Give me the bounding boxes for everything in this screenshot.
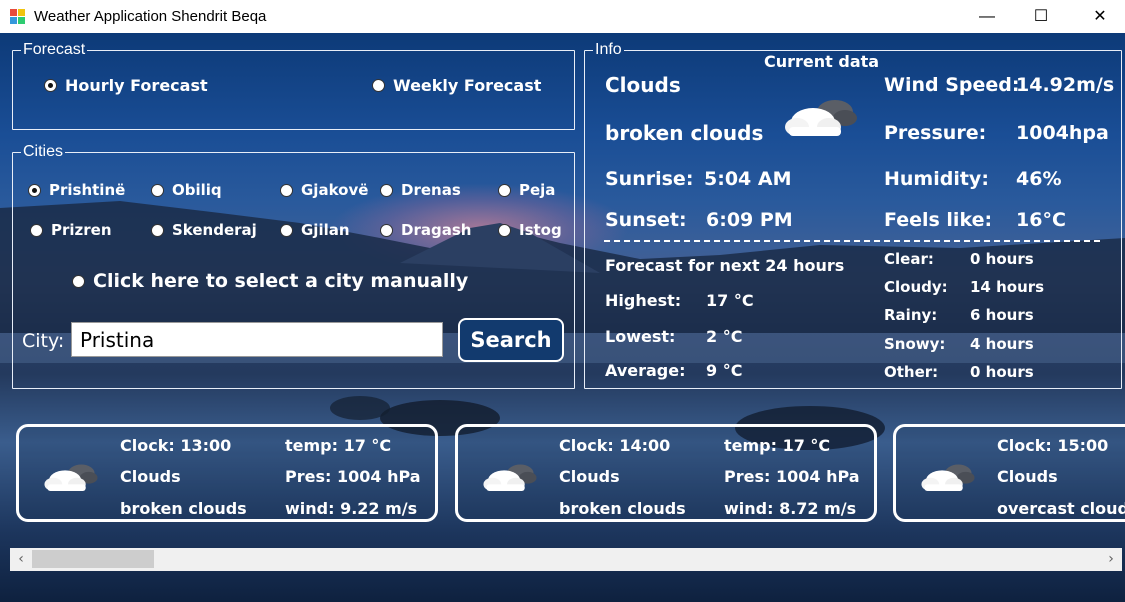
hourly-forecast-radio[interactable]: Hourly Forecast [44, 76, 208, 95]
cloudy-value: 14 hours [970, 278, 1045, 296]
average-label: Average: [605, 361, 686, 380]
card-condition: Clouds [997, 467, 1058, 486]
cloudy-icon [921, 464, 975, 491]
city-radio-skenderaj[interactable]: Skenderaj [151, 221, 257, 239]
current-condition: Clouds [605, 73, 681, 97]
sunset-value: 6:09 PM [706, 209, 793, 231]
card-clock: Clock: 14:00 [559, 436, 671, 455]
sunset-label: Sunset: [605, 209, 687, 231]
manual-city-radio[interactable]: Click here to select a city manually [72, 270, 468, 292]
feels-like-value: 16°C [1016, 209, 1066, 231]
hourly-card: Clock: 14:00 Clouds broken clouds temp: … [455, 424, 877, 522]
search-button[interactable]: Search [458, 318, 564, 362]
pressure-value: 1004hpa [1016, 122, 1109, 144]
horizontal-scrollbar[interactable]: ‹ › [10, 548, 1122, 571]
humidity-value: 46% [1016, 168, 1062, 190]
average-value: 9 °C [706, 361, 743, 380]
lowest-label: Lowest: [605, 327, 676, 346]
hourly-card: Clock: 15:00 Clouds overcast cloud [893, 424, 1125, 522]
city-radio-drenas[interactable]: Drenas [380, 181, 461, 199]
weekly-forecast-radio[interactable]: Weekly Forecast [372, 76, 541, 95]
sunrise-value: 5:04 AM [704, 168, 792, 190]
card-condition: Clouds [120, 467, 181, 486]
weekly-forecast-label: Weekly Forecast [393, 76, 542, 95]
card-description: overcast cloud [997, 499, 1125, 518]
current-description: broken clouds [605, 121, 764, 145]
snowy-label: Snowy: [884, 335, 946, 353]
dashed-divider [604, 240, 1100, 242]
close-button[interactable]: ✕ [1077, 0, 1123, 33]
other-value: 0 hours [970, 363, 1034, 381]
rainy-label: Rainy: [884, 306, 938, 324]
cloudy-icon [785, 100, 857, 136]
card-condition: Clouds [559, 467, 620, 486]
wind-speed-value: 14.92m/s [1016, 74, 1115, 96]
scroll-thumb[interactable] [32, 550, 154, 568]
card-clock: Clock: 15:00 [997, 436, 1109, 455]
card-description: broken clouds [559, 499, 686, 518]
city-radio-prishtine[interactable]: Prishtinë [28, 181, 125, 199]
sunrise-label: Sunrise: [605, 168, 694, 190]
cloudy-icon [483, 464, 537, 491]
highest-label: Highest: [605, 291, 682, 310]
card-temp: temp: 17 °C [285, 436, 392, 455]
snowy-value: 4 hours [970, 335, 1034, 353]
city-radio-peja[interactable]: Peja [498, 181, 555, 199]
feels-like-label: Feels like: [884, 209, 993, 231]
city-radio-dragash[interactable]: Dragash [380, 221, 471, 239]
maximize-button[interactable]: ☐ [1018, 0, 1064, 33]
card-temp: temp: 17 °C [724, 436, 831, 455]
card-pressure: Pres: 1004 hPa [285, 467, 421, 486]
window-title: Weather Application Shendrit Beqa [34, 8, 267, 25]
cloudy-label: Cloudy: [884, 278, 948, 296]
info-legend: Info [595, 41, 622, 58]
card-description: broken clouds [120, 499, 247, 518]
cities-legend: Cities [23, 143, 64, 160]
card-wind: wind: 8.72 m/s [724, 499, 857, 518]
scroll-left-icon[interactable]: ‹ [12, 550, 30, 568]
lowest-value: 2 °C [706, 327, 743, 346]
city-radio-gjakove[interactable]: Gjakovë [280, 181, 368, 199]
radio-selected-icon [44, 79, 57, 92]
hourly-forecast-label: Hourly Forecast [65, 76, 208, 95]
clear-label: Clear: [884, 250, 934, 268]
radio-unselected-icon [372, 79, 385, 92]
city-radio-istog[interactable]: Istog [498, 221, 562, 239]
clear-value: 0 hours [970, 250, 1034, 268]
forecast-24h-heading: Forecast for next 24 hours [605, 256, 845, 275]
hourly-card: Clock: 13:00 Clouds broken clouds temp: … [16, 424, 438, 522]
app-icon [10, 9, 25, 24]
highest-value: 17 °C [706, 291, 754, 310]
card-wind: wind: 9.22 m/s [285, 499, 418, 518]
forecast-legend: Forecast [23, 41, 86, 58]
city-radio-obiliq[interactable]: Obiliq [151, 181, 222, 199]
city-input[interactable] [71, 322, 443, 357]
rainy-value: 6 hours [970, 306, 1034, 324]
humidity-label: Humidity: [884, 168, 989, 190]
other-label: Other: [884, 363, 939, 381]
city-radio-gjilan[interactable]: Gjilan [280, 221, 350, 239]
title-bar: Weather Application Shendrit Beqa — ☐ ✕ [0, 0, 1125, 33]
wind-speed-label: Wind Speed: [884, 74, 1020, 96]
city-label: City: [22, 330, 65, 352]
minimize-button[interactable]: — [964, 0, 1010, 33]
card-pressure: Pres: 1004 hPa [724, 467, 860, 486]
pressure-label: Pressure: [884, 122, 987, 144]
cloudy-icon [44, 464, 98, 491]
scroll-right-icon[interactable]: › [1102, 550, 1120, 568]
city-radio-prizren[interactable]: Prizren [30, 221, 112, 239]
card-clock: Clock: 13:00 [120, 436, 232, 455]
current-data-heading: Current data [764, 52, 880, 71]
